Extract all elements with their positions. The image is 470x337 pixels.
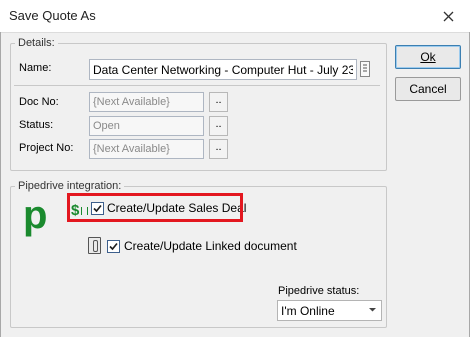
details-separator bbox=[14, 85, 380, 86]
create-linked-document-checkbox[interactable] bbox=[107, 240, 120, 253]
notes-button[interactable] bbox=[360, 61, 370, 77]
pipedrive-status-select[interactable]: I'm Online bbox=[277, 300, 382, 321]
status-label: Status: bbox=[19, 119, 54, 131]
ok-button[interactable]: Ok bbox=[395, 45, 461, 69]
status-browse-button[interactable]: .. bbox=[209, 116, 228, 136]
pipedrive-status-label: Pipedrive status: bbox=[278, 285, 360, 297]
project-no-browse-button[interactable]: .. bbox=[209, 139, 228, 159]
window-title: Save Quote As bbox=[9, 8, 96, 23]
linked-document-icon bbox=[88, 237, 101, 254]
ok-button-label: Ok bbox=[420, 50, 436, 64]
chevron-down-icon bbox=[369, 308, 376, 312]
highlight-box bbox=[67, 193, 243, 222]
doc-no-browse-button[interactable]: .. bbox=[209, 92, 228, 112]
notes-icon bbox=[363, 64, 367, 72]
cancel-button-label: Cancel bbox=[409, 82, 447, 96]
doc-no-label: Doc No: bbox=[19, 96, 59, 108]
close-icon bbox=[443, 11, 453, 21]
doc-no-field[interactable] bbox=[89, 92, 204, 112]
name-field[interactable] bbox=[89, 59, 357, 80]
pipedrive-legend: Pipedrive integration: bbox=[18, 180, 122, 192]
title-bar: Save Quote As bbox=[0, 0, 470, 33]
status-field[interactable] bbox=[89, 116, 204, 136]
window-border-left bbox=[0, 32, 1, 337]
details-legend: Details: bbox=[18, 37, 55, 49]
pipedrive-status-value: I'm Online bbox=[281, 304, 335, 318]
create-linked-document-label: Create/Update Linked document bbox=[124, 239, 297, 253]
close-button[interactable] bbox=[432, 4, 464, 28]
project-no-field[interactable] bbox=[89, 139, 204, 159]
project-no-label: Project No: bbox=[19, 142, 74, 154]
pipedrive-logo: p bbox=[23, 193, 48, 237]
name-label: Name: bbox=[19, 62, 52, 74]
checkmark-icon bbox=[109, 242, 118, 251]
cancel-button[interactable]: Cancel bbox=[395, 77, 461, 101]
